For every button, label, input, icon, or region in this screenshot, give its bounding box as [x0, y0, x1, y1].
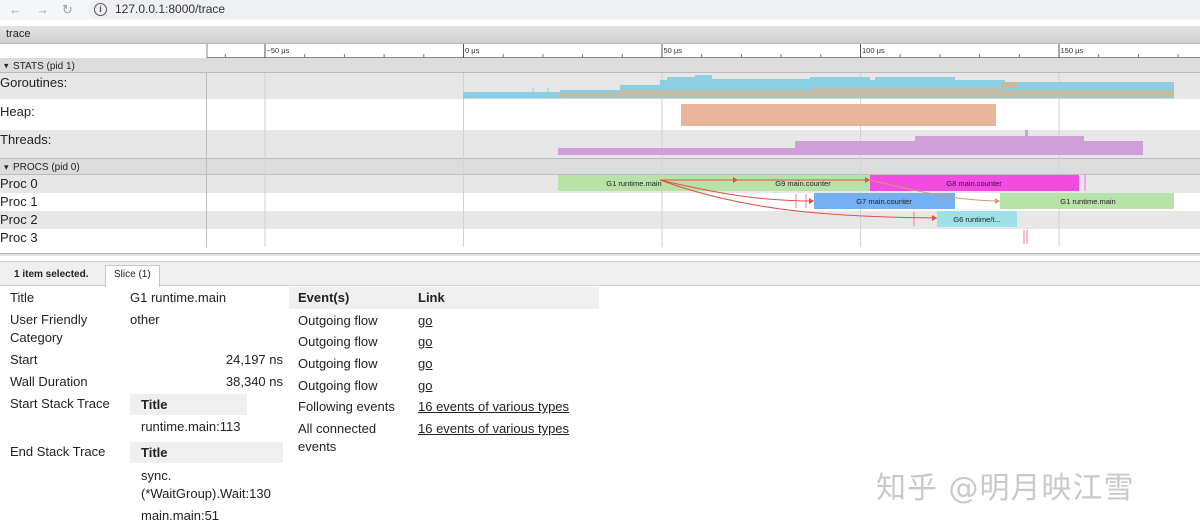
proc-0-label: Proc 0: [0, 176, 38, 191]
event-row-label: Outgoing flow: [298, 378, 378, 393]
goroutines-label: Goroutines:: [0, 75, 67, 90]
detail-wall-key: Wall Duration: [10, 374, 88, 389]
arrow-right-icon[interactable]: →: [36, 1, 49, 19]
tab-slice[interactable]: Slice (1): [105, 265, 160, 287]
ruler-tick-label: 0 μs: [465, 46, 480, 55]
event-link-go[interactable]: go: [418, 312, 432, 330]
end-stack-frame: sync.: [141, 468, 172, 483]
events-column-header: Event(s): [298, 290, 350, 305]
event-link-go[interactable]: go: [418, 355, 432, 373]
proc-2-label: Proc 2: [0, 212, 38, 227]
event-row-label: Outgoing flow: [298, 334, 378, 349]
arrow-left-icon[interactable]: ←: [9, 1, 22, 19]
analysis-tab-bar: 1 item selected. Slice (1): [0, 261, 1200, 287]
end-stack-frame: (*WaitGroup).Wait:130: [141, 486, 271, 501]
end-stack-header: Title: [130, 442, 283, 463]
event-row-label-2: events: [298, 439, 337, 454]
slice-label: G8 main.counter: [946, 179, 1002, 188]
trace-title: trace: [6, 28, 31, 40]
detail-start-value: 24,197 ns: [225, 352, 283, 367]
detail-wall-value: 38,340 ns: [225, 374, 283, 389]
start-stack-frame: runtime.main:113: [141, 419, 241, 434]
slice-label: G7 main.counter: [856, 197, 912, 206]
detail-category-key-2: Category: [10, 330, 63, 345]
event-row-label: Outgoing flow: [298, 313, 378, 328]
info-icon[interactable]: i: [94, 3, 107, 16]
address-bar[interactable]: i 127.0.0.1:8000/trace: [88, 0, 1200, 19]
selection-count: 1 item selected.: [14, 269, 89, 280]
ruler-tick-label: 50 μs: [664, 46, 683, 55]
stats-triangle-icon[interactable]: ▾: [4, 61, 9, 71]
detail-start-key: Start: [10, 352, 38, 367]
watermark: 知乎 @明月映江雪: [876, 471, 1135, 506]
reload-icon[interactable]: ↻: [62, 1, 73, 19]
url-text[interactable]: 127.0.0.1:8000/trace: [115, 2, 225, 16]
ruler-tick-label: −50 μs: [267, 46, 290, 55]
timeline-svg[interactable]: −50 μs 0 μs 50 μs 100 μs 150 μs ▾ STATS (pid…: [0, 44, 1200, 256]
start-stack-header: Title: [130, 394, 247, 415]
browser-toolbar: ← → ↻ i 127.0.0.1:8000/trace: [0, 0, 1200, 20]
slice-label: G1 runtime.main: [606, 179, 661, 188]
event-row-label: Outgoing flow: [298, 356, 378, 371]
detail-end-stack-key: End Stack Trace: [10, 444, 106, 459]
stats-header[interactable]: STATS (pid 1): [13, 61, 75, 72]
trace-title-bar: trace: [0, 26, 1200, 44]
events-table-header: Event(s) Link: [289, 287, 599, 309]
heap-label: Heap:: [0, 104, 35, 119]
detail-title-value: G1 runtime.main: [130, 290, 227, 305]
threads-label: Threads:: [0, 132, 51, 147]
detail-category-key: User Friendly: [10, 312, 88, 327]
procs-triangle-icon[interactable]: ▾: [4, 162, 9, 172]
event-row-label: All connected: [298, 421, 377, 436]
all-connected-events-link[interactable]: 16 events of various types: [418, 420, 569, 438]
detail-title-key: Title: [10, 290, 35, 305]
slice-label: G6 runtime/t...: [953, 215, 1001, 224]
trace-timeline[interactable]: −50 μs 0 μs 50 μs 100 μs 150 μs ▾ STATS (pid…: [0, 44, 1200, 256]
link-column-header: Link: [418, 290, 445, 305]
slice-label: G1 runtime.main: [1060, 197, 1115, 206]
detail-start-stack-key: Start Stack Trace: [10, 396, 110, 411]
detail-category-value: other: [130, 312, 160, 327]
proc-3-label: Proc 3: [0, 230, 38, 245]
proc-1-label: Proc 1: [0, 194, 38, 209]
procs-header[interactable]: PROCS (pid 0): [13, 162, 80, 173]
event-link-go[interactable]: go: [418, 377, 432, 395]
ruler-tick-label: 150 μs: [1061, 46, 1084, 55]
ruler-tick-label: 100 μs: [862, 46, 885, 55]
following-events-link[interactable]: 16 events of various types: [418, 398, 569, 416]
heap-counter-track[interactable]: [681, 104, 996, 126]
event-row-label: Following events: [298, 399, 395, 414]
event-link-go[interactable]: go: [418, 333, 432, 351]
end-stack-frame: main.main:51: [141, 508, 220, 523]
